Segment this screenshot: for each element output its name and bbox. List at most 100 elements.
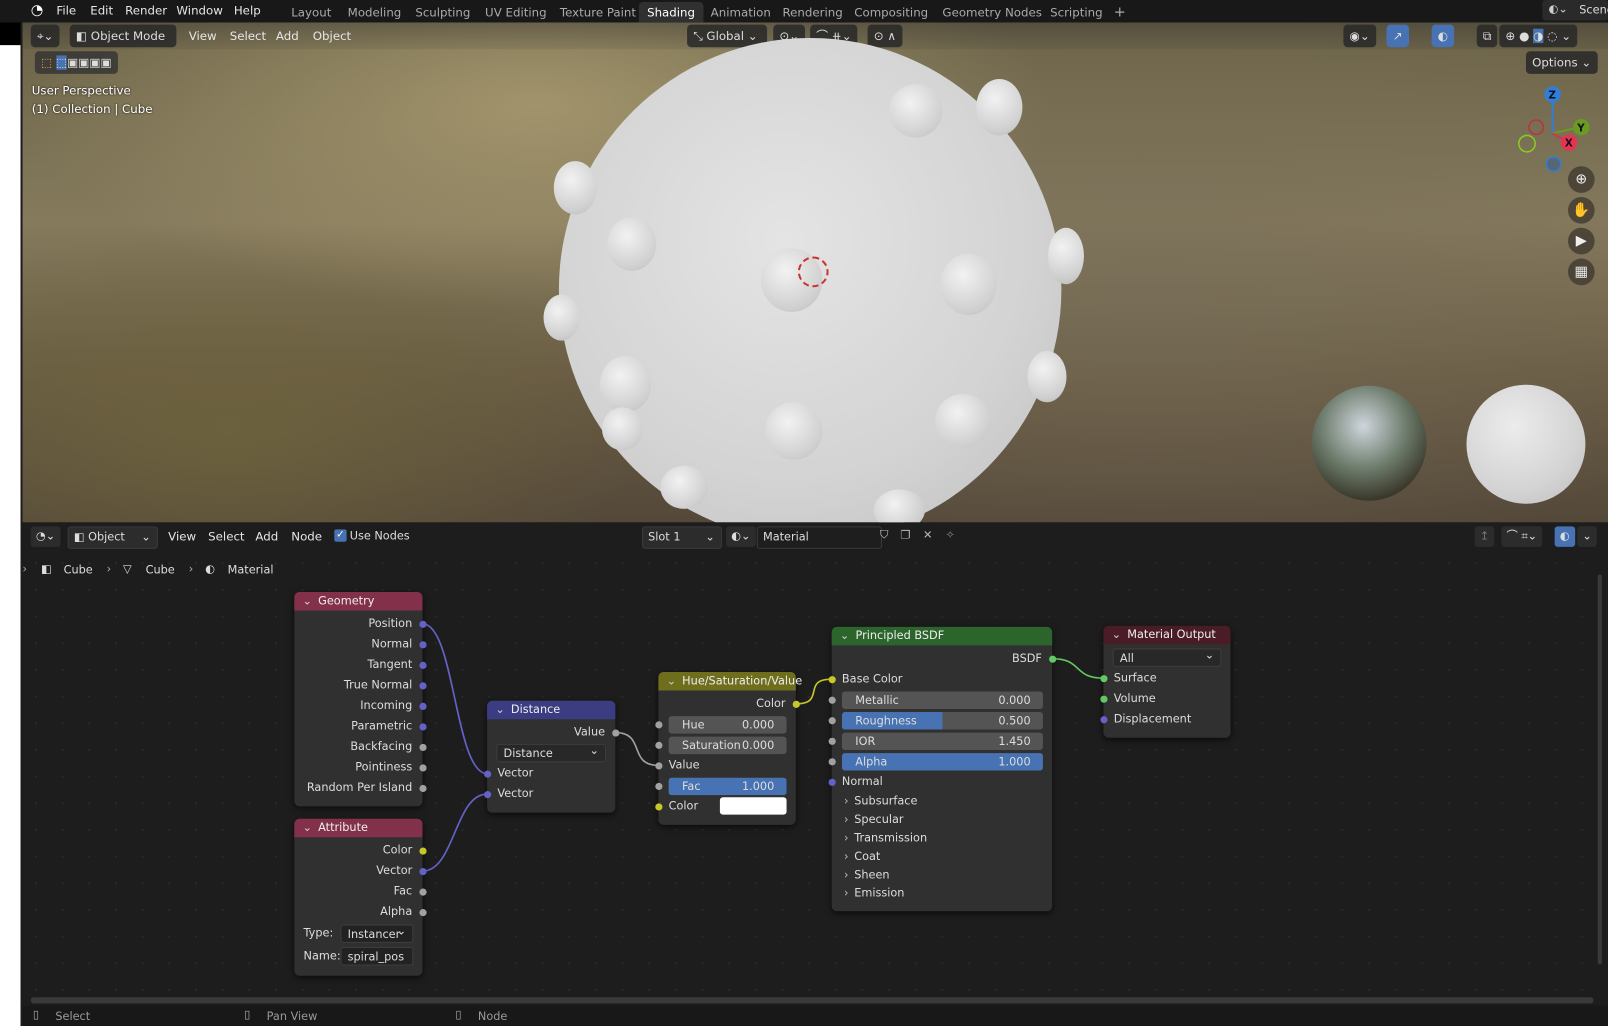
output-socket[interactable]	[418, 784, 427, 792]
tab-texture-paint[interactable]: Texture Paint	[552, 2, 645, 23]
input-socket[interactable]	[654, 720, 662, 728]
panel-label[interactable]: Subsurface	[854, 791, 917, 812]
value-slider[interactable]: Hue 0.000	[668, 715, 787, 734]
panel-label[interactable]: Emission	[854, 883, 904, 904]
input-socket[interactable]	[654, 761, 662, 769]
node-distance[interactable]: ⌄ Distance Value Distance Vector Vector	[483, 700, 619, 813]
menu-help[interactable]: Help	[234, 3, 261, 17]
chevron-right-icon[interactable]: ›	[844, 865, 849, 886]
output-socket[interactable]	[418, 888, 427, 896]
menu-window[interactable]: Window	[176, 3, 223, 17]
output-socket[interactable]	[418, 743, 427, 751]
collapse-chevron-icon[interactable]: ⌄	[303, 821, 312, 834]
node-header[interactable]: ⌄ Principled BSDF	[831, 626, 1053, 646]
output-socket[interactable]	[418, 620, 427, 628]
output-socket[interactable]	[418, 763, 427, 772]
output-socket[interactable]	[611, 728, 619, 737]
link-position-to-distance[interactable]	[422, 622, 488, 775]
link-distance-to-hsv-value[interactable]	[615, 731, 659, 767]
node-header[interactable]: ⌄ Material Output	[1103, 625, 1231, 645]
chevron-right-icon[interactable]: ›	[844, 810, 849, 831]
tab-rendering[interactable]: Rendering	[774, 2, 851, 23]
chevron-right-icon[interactable]: ›	[844, 828, 849, 849]
panel-label[interactable]: Sheen	[854, 865, 889, 886]
panel-label[interactable]: Coat	[854, 846, 880, 867]
input-socket[interactable]	[828, 696, 836, 704]
value-slider[interactable]: Fac 1.000	[668, 777, 787, 795]
value-slider[interactable]: Saturation 0.000	[668, 736, 787, 754]
vertical-scrollbar[interactable]	[1597, 574, 1602, 965]
property-field[interactable]: spiral_pos	[340, 946, 414, 966]
add-workspace-button[interactable]: +	[1105, 2, 1133, 23]
collapse-chevron-icon[interactable]: ⌄	[495, 703, 504, 716]
value-slider[interactable]: Metallic 0.000	[841, 691, 1043, 709]
input-socket[interactable]	[654, 782, 662, 790]
color-swatch[interactable]	[719, 797, 787, 815]
node-header[interactable]: ⌄ Distance	[487, 700, 616, 720]
output-socket[interactable]	[418, 722, 427, 730]
tab-layout[interactable]: Layout	[283, 2, 339, 23]
node-row-normal: Normal	[294, 634, 427, 655]
menu-edit[interactable]: Edit	[90, 3, 113, 17]
value-slider[interactable]: Roughness 0.500	[841, 711, 1043, 729]
input-socket[interactable]	[1099, 695, 1108, 703]
node-attribute[interactable]: ⌄ Attribute Color Vector Fac Alpha Type: Instan…	[294, 818, 427, 976]
input-socket[interactable]	[828, 778, 836, 786]
output-socket[interactable]	[418, 661, 427, 669]
input-socket[interactable]	[828, 675, 836, 683]
tab-uv-editing[interactable]: UV Editing	[477, 2, 555, 23]
output-socket[interactable]	[418, 908, 427, 916]
tab-scripting[interactable]: Scripting	[1042, 2, 1111, 23]
link-bsdf-to-surface[interactable]	[1052, 657, 1104, 680]
input-socket[interactable]	[654, 802, 662, 811]
output-socket[interactable]	[418, 640, 427, 648]
input-socket[interactable]	[1099, 715, 1108, 723]
tab-shading[interactable]: Shading	[638, 2, 704, 23]
output-socket[interactable]	[418, 681, 427, 689]
input-socket[interactable]	[1099, 674, 1108, 682]
output-socket[interactable]	[418, 702, 427, 710]
input-socket[interactable]	[483, 790, 491, 798]
node-header[interactable]: ⌄ Geometry	[294, 592, 423, 611]
chevron-right-icon[interactable]: ›	[844, 883, 849, 904]
node-hue-saturation-value[interactable]: ⌄ Hue/Saturation/Value Color Hue 0.000 Satura…	[654, 672, 802, 825]
slider-label: Metallic	[855, 693, 899, 707]
menu-render[interactable]: Render	[125, 3, 167, 17]
tab-animation[interactable]: Animation	[702, 2, 779, 23]
collapse-chevron-icon[interactable]: ⌄	[840, 629, 849, 642]
node-header[interactable]: ⌄ Hue/Saturation/Value	[658, 672, 802, 691]
output-socket[interactable]	[418, 846, 427, 855]
output-socket[interactable]	[792, 700, 800, 708]
node-geometry[interactable]: ⌄ Geometry Position Normal Tangent True Norma…	[294, 592, 427, 807]
property-field[interactable]: Instancer	[340, 922, 414, 943]
input-socket[interactable]	[654, 741, 662, 749]
menu-file[interactable]: File	[56, 3, 76, 17]
node-principled-bsdf[interactable]: ⌄ Principled BSDF BSDF Base Color Metallic 0.…	[828, 626, 1056, 912]
socket-label: Backfacing	[350, 739, 413, 754]
node-header[interactable]: ⌄ Attribute	[294, 818, 423, 838]
tab-sculpting[interactable]: Sculpting	[407, 2, 478, 23]
input-socket[interactable]	[828, 716, 836, 724]
input-socket[interactable]	[828, 757, 836, 765]
dropdown[interactable]: All	[1112, 646, 1222, 667]
link-attribute-vector-to-distance[interactable]	[422, 793, 488, 872]
tab-geometry-nodes[interactable]: Geometry Nodes	[934, 2, 1050, 23]
panel-label[interactable]: Specular	[854, 810, 903, 831]
collapse-chevron-icon[interactable]: ⌄	[667, 674, 676, 687]
chevron-right-icon[interactable]: ›	[844, 791, 849, 812]
value-slider[interactable]: Alpha 1.000	[841, 752, 1043, 771]
collapse-chevron-icon[interactable]: ⌄	[1112, 628, 1121, 641]
input-socket[interactable]	[483, 770, 491, 778]
collapse-chevron-icon[interactable]: ⌄	[303, 594, 312, 607]
value-slider[interactable]: IOR 1.450	[841, 732, 1043, 750]
tab-modeling[interactable]: Modeling	[339, 2, 409, 23]
tab-compositing[interactable]: Compositing	[846, 2, 936, 23]
output-socket[interactable]	[418, 867, 427, 875]
input-socket[interactable]	[828, 737, 836, 745]
dropdown[interactable]: Distance	[496, 742, 607, 763]
panel-label[interactable]: Transmission	[854, 828, 927, 849]
chevron-right-icon[interactable]: ›	[844, 846, 849, 867]
output-socket[interactable]	[1048, 655, 1056, 663]
horizontal-scrollbar[interactable]	[30, 997, 1594, 1004]
node-material-output[interactable]: ⌄ Material Output All Surface Volume Displace…	[1099, 625, 1231, 738]
